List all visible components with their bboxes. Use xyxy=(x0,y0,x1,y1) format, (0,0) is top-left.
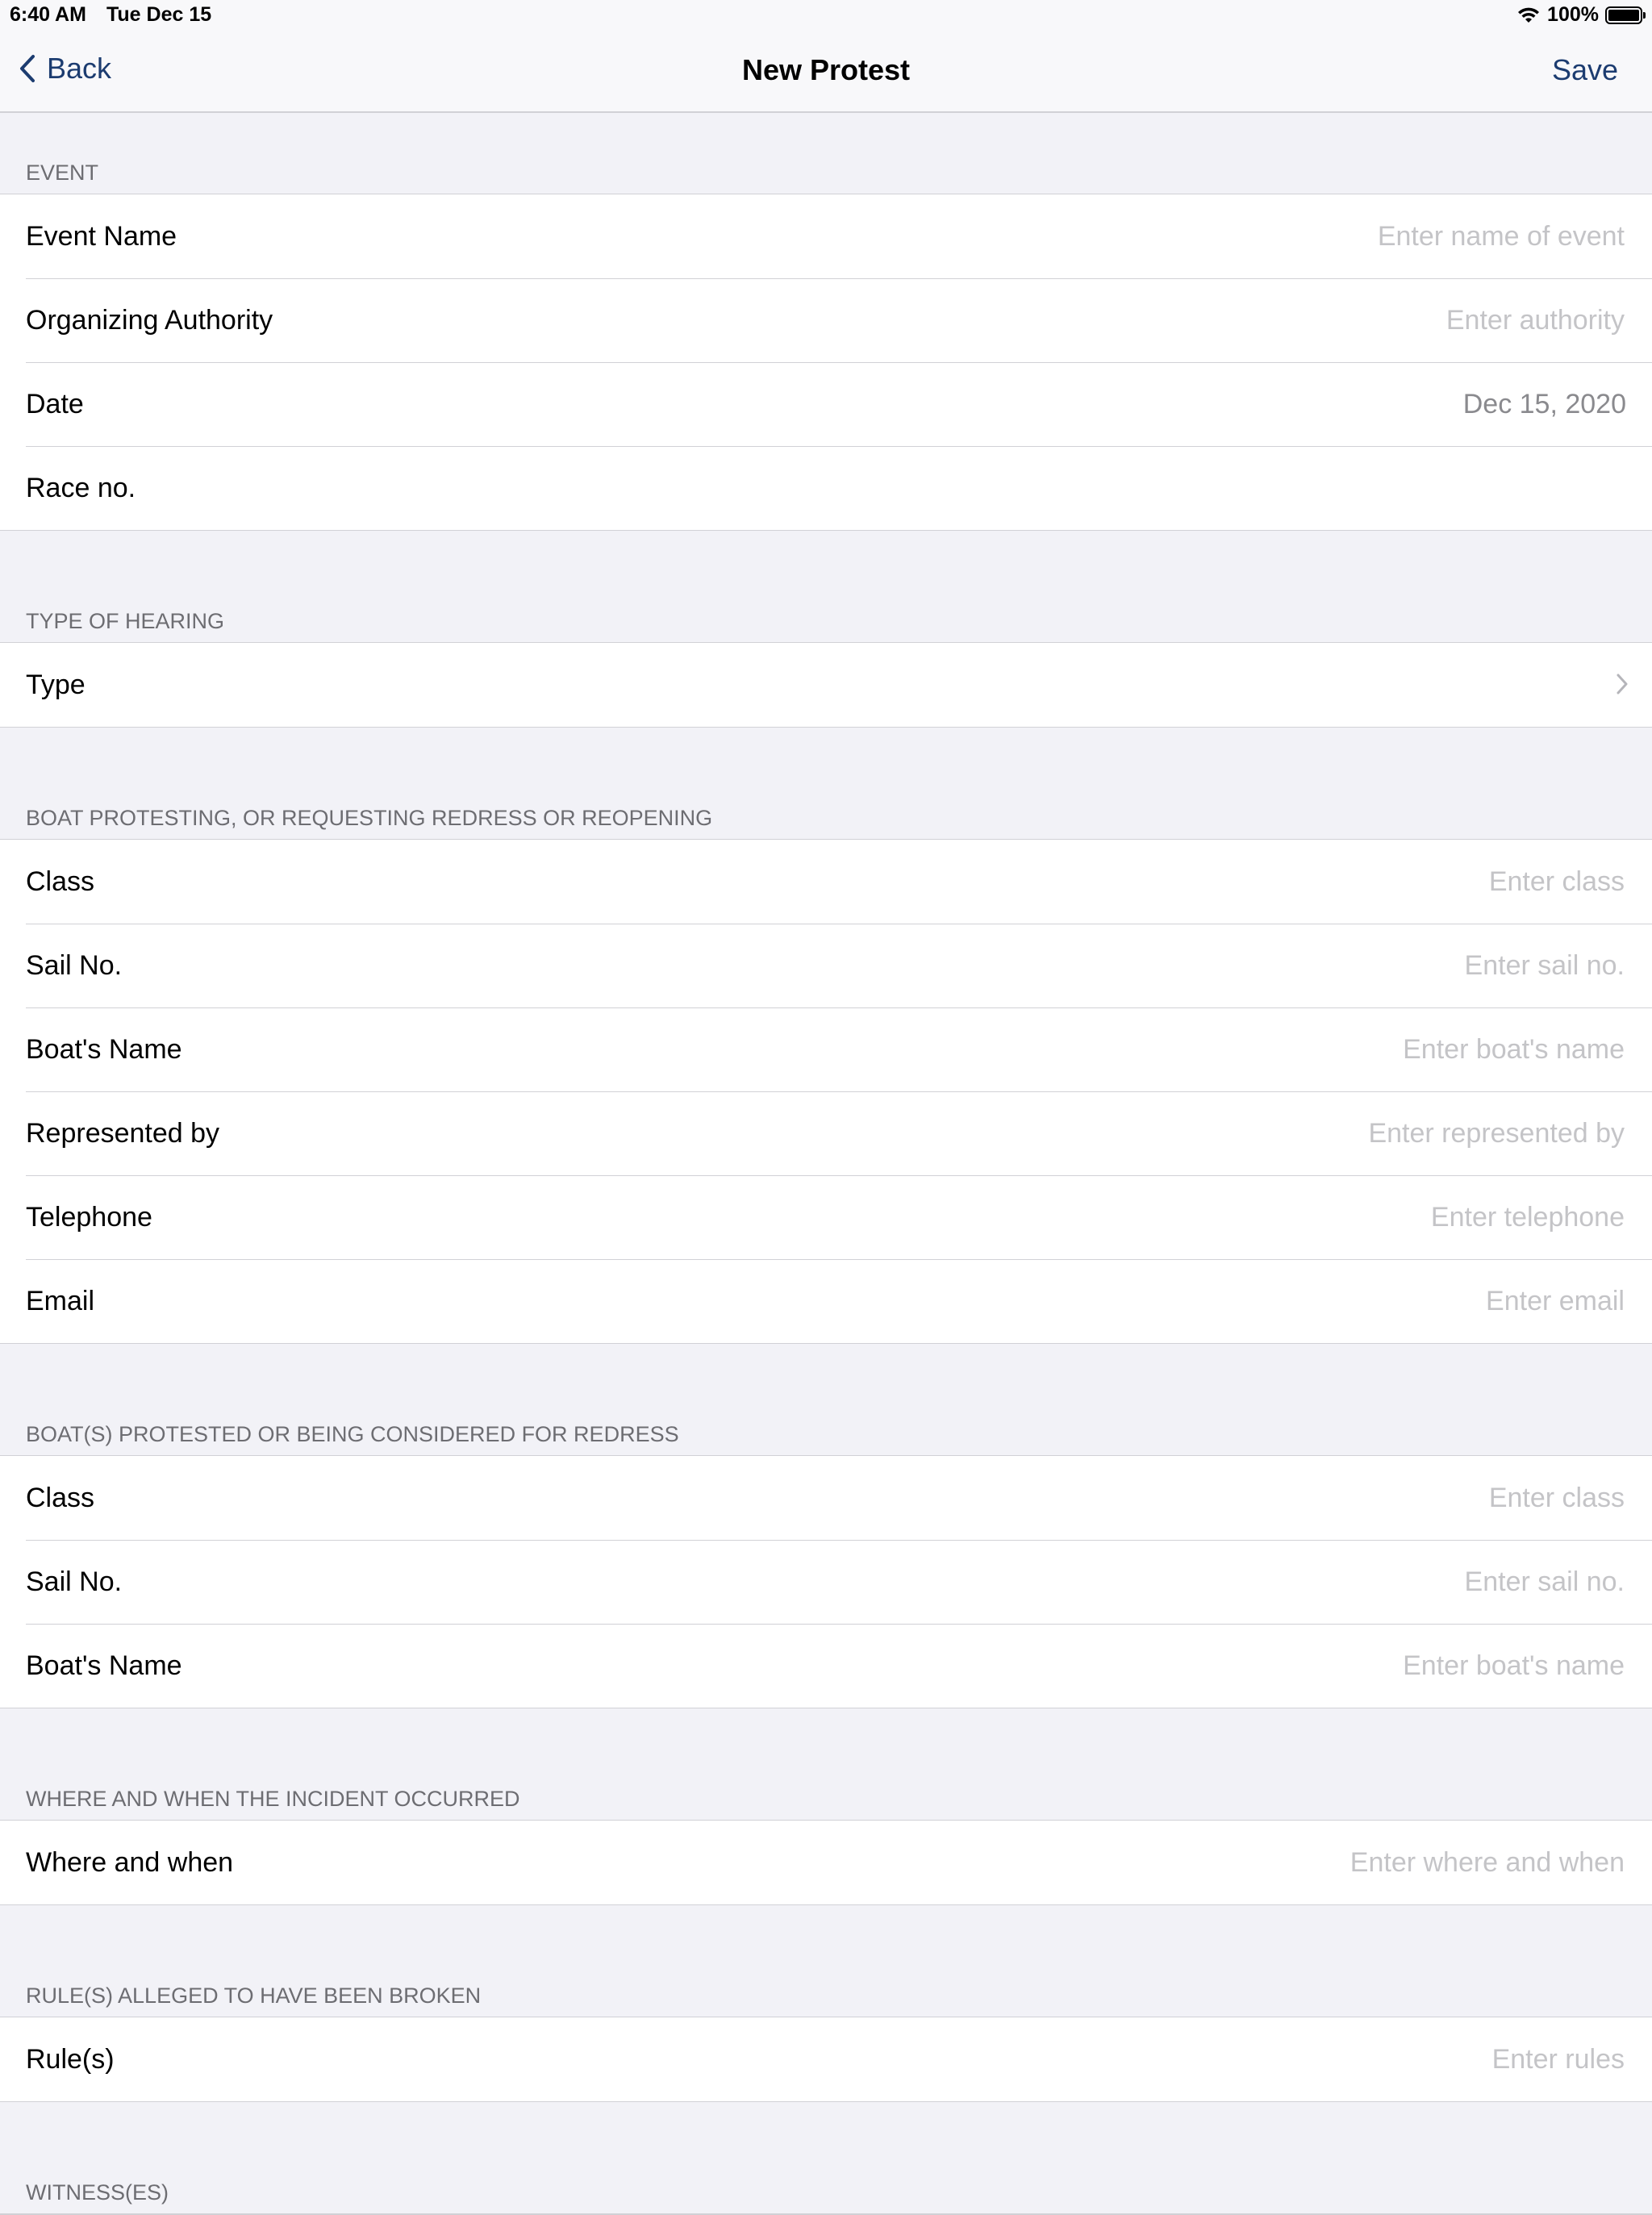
represented-by-label: Represented by xyxy=(26,1117,220,1149)
protesting-sail-no-row: Sail No. xyxy=(0,924,1652,1007)
status-time: 6:40 AM xyxy=(10,3,86,26)
protested-boat-group: Class Sail No. Boat's Name xyxy=(0,1455,1652,1708)
protested-boat-name-field[interactable] xyxy=(198,1649,1626,1683)
chevron-right-icon xyxy=(1617,674,1628,695)
where-when-label: Where and when xyxy=(26,1846,234,1878)
email-label: Email xyxy=(26,1285,95,1316)
protesting-sail-no-field[interactable] xyxy=(138,949,1626,982)
hearing-type-label: Type xyxy=(26,669,86,700)
protested-sail-no-field[interactable] xyxy=(138,1565,1626,1599)
date-row[interactable]: Date Dec 15, 2020 xyxy=(0,362,1652,446)
organizing-authority-row: Organizing Authority xyxy=(0,278,1652,362)
where-when-field[interactable] xyxy=(249,1846,1626,1879)
represented-by-row: Represented by xyxy=(0,1091,1652,1175)
protesting-class-field[interactable] xyxy=(111,865,1626,899)
section-header-hearing: Type of Hearing xyxy=(26,609,225,633)
protesting-boat-name-label: Boat's Name xyxy=(26,1033,182,1065)
protesting-class-row: Class xyxy=(0,840,1652,924)
telephone-field[interactable] xyxy=(168,1200,1626,1234)
rules-row: Rule(s) xyxy=(0,2017,1652,2101)
protested-class-field[interactable] xyxy=(111,1481,1626,1515)
protested-sail-no-row: Sail No. xyxy=(0,1540,1652,1624)
status-indicators: 100% xyxy=(1516,3,1646,27)
wifi-icon xyxy=(1518,7,1540,23)
hearing-group: Type xyxy=(0,642,1652,728)
event-name-field[interactable] xyxy=(193,219,1626,253)
rules-field[interactable] xyxy=(130,2042,1626,2076)
hearing-type-row[interactable]: Type xyxy=(0,643,1652,727)
section-header-rules: Rule(s) Alleged to Have Been Broken xyxy=(26,1983,482,2008)
email-field[interactable] xyxy=(111,1284,1626,1318)
rules-group: Rule(s) xyxy=(0,2017,1652,2102)
protested-class-label: Class xyxy=(26,1482,95,1513)
protesting-boat-name-row: Boat's Name xyxy=(0,1007,1652,1091)
navigation-bar: Back New Protest Save xyxy=(0,32,1652,113)
battery-percent: 100% xyxy=(1547,3,1599,26)
page-title: New Protest xyxy=(741,53,911,86)
telephone-label: Telephone xyxy=(26,1201,152,1233)
telephone-row: Telephone xyxy=(0,1175,1652,1259)
protesting-boat-group: Class Sail No. Boat's Name Represented b… xyxy=(0,839,1652,1344)
protested-sail-no-label: Sail No. xyxy=(26,1566,123,1597)
section-header-protested-boat: Boat(s) Protested or Being Considered fo… xyxy=(26,1422,679,1446)
event-name-row: Event Name xyxy=(0,194,1652,278)
section-header-event: Event xyxy=(26,161,99,185)
protested-class-row: Class xyxy=(0,1456,1652,1540)
status-bar: 6:40 AM Tue Dec 15 100% xyxy=(0,0,1652,32)
protested-boat-name-row: Boat's Name xyxy=(0,1624,1652,1708)
battery-level xyxy=(1608,9,1639,21)
race-no-label: Race no. xyxy=(26,472,136,503)
protested-boat-name-label: Boat's Name xyxy=(26,1650,182,1681)
organizing-authority-label: Organizing Authority xyxy=(26,304,273,336)
protesting-class-label: Class xyxy=(26,866,95,897)
event-name-label: Event Name xyxy=(26,220,177,252)
race-no-row: Race no. xyxy=(0,446,1652,530)
incident-group: Where and when xyxy=(0,1820,1652,1905)
where-when-row: Where and when xyxy=(0,1821,1652,1904)
represented-by-field[interactable] xyxy=(236,1116,1626,1150)
rules-label: Rule(s) xyxy=(26,2043,115,2075)
section-header-protesting-boat: Boat Protesting, or Requesting Redress o… xyxy=(26,806,713,830)
date-label: Date xyxy=(26,388,84,419)
battery-icon xyxy=(1605,6,1646,24)
save-button[interactable]: Save xyxy=(1552,53,1618,87)
protesting-boat-name-field[interactable] xyxy=(198,1032,1626,1066)
protesting-sail-no-label: Sail No. xyxy=(26,949,123,981)
race-no-field[interactable] xyxy=(152,471,1626,505)
email-row: Email xyxy=(0,1259,1652,1343)
section-header-witnesses: Witness(es) xyxy=(26,2180,169,2205)
status-date: Tue Dec 15 xyxy=(106,3,212,26)
date-value[interactable]: Dec 15, 2020 xyxy=(84,389,1626,420)
section-header-incident: Where and When the Incident Occurred xyxy=(26,1787,520,1811)
protest-form: Event Event Name Organizing Authority Da… xyxy=(0,113,1652,2215)
organizing-authority-field[interactable] xyxy=(289,303,1626,337)
event-group: Event Name Organizing Authority Date Dec… xyxy=(0,194,1652,531)
